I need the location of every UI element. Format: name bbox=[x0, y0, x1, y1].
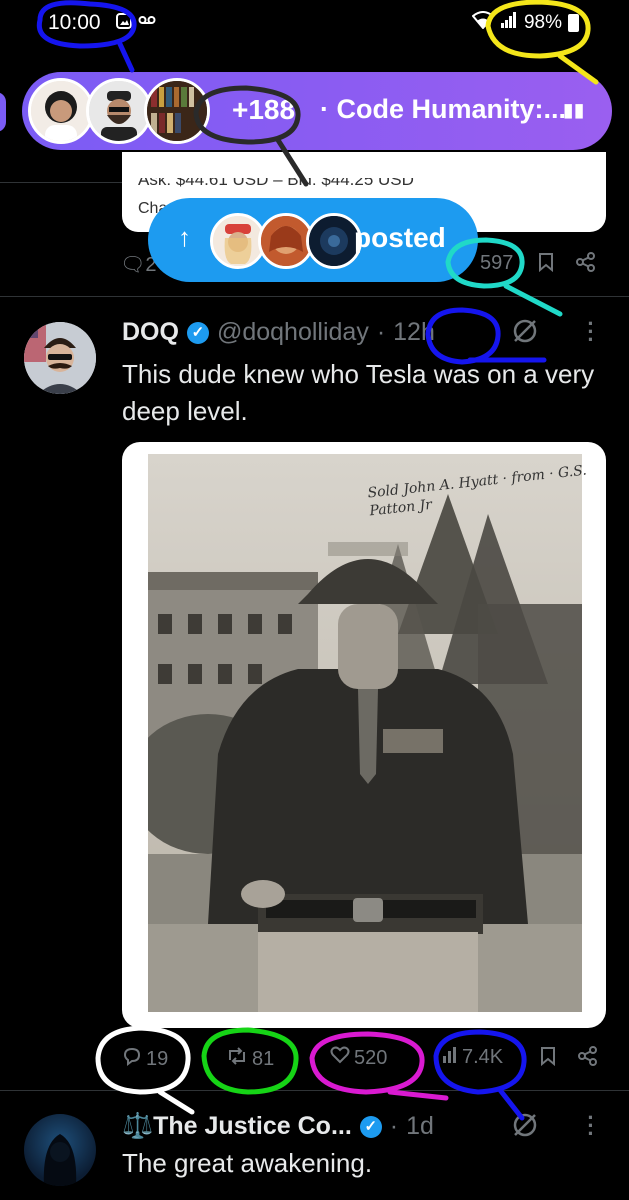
reply-icon: 🗨 bbox=[120, 254, 146, 276]
tweet-author-name[interactable]: DOQ bbox=[122, 318, 179, 347]
heart-icon bbox=[330, 1046, 350, 1070]
space-title-text: Code Humanity:... bbox=[336, 94, 567, 124]
battery-percent: 98% bbox=[523, 12, 562, 33]
space-listener-count: +188 bbox=[232, 94, 296, 125]
space-avatar-2 bbox=[86, 78, 152, 144]
new-posts-pill[interactable]: ↑ posted bbox=[148, 198, 478, 282]
tweet-header: DOQ ✓ @doqholliday · 12h bbox=[122, 318, 435, 347]
space-avatar-1 bbox=[28, 78, 94, 144]
tweet-photo bbox=[148, 454, 582, 1012]
repost-button[interactable]: 81 bbox=[226, 1046, 274, 1072]
image-icon bbox=[116, 13, 132, 33]
signal-icon bbox=[500, 12, 518, 34]
next-tweet-timestamp[interactable]: 1d bbox=[406, 1112, 434, 1141]
tweet-header-dot: · bbox=[376, 318, 386, 346]
card-price-line: Ask: $44.61 USD – Bid: $44.25 USD bbox=[138, 170, 414, 189]
status-bar: 10:00 98% bbox=[0, 0, 629, 46]
tweet-author-handle[interactable]: @doqholliday bbox=[217, 318, 369, 347]
space-avatar-3 bbox=[144, 78, 210, 144]
more-options-icon[interactable]: · · · bbox=[586, 1107, 596, 1145]
share-icon bbox=[578, 1046, 597, 1066]
avatar[interactable] bbox=[24, 322, 96, 394]
tweet-text: This dude knew who Tesla was on a very d… bbox=[122, 359, 595, 426]
audio-equalizer-icon[interactable]: ▮ ▮ bbox=[563, 100, 584, 121]
tweet-timestamp[interactable]: 12h bbox=[393, 318, 435, 347]
tweet-separator bbox=[0, 1090, 629, 1091]
bookmark-button[interactable] bbox=[540, 1046, 556, 1066]
wifi-icon bbox=[471, 11, 495, 35]
status-time: 10:00 bbox=[48, 11, 101, 34]
status-right: 98% bbox=[471, 11, 579, 35]
like-button[interactable]: 520 bbox=[330, 1046, 387, 1070]
repost-count: 81 bbox=[252, 1047, 275, 1070]
tweet-media[interactable]: Sold John A. Hyatt · from · G.S. Patton … bbox=[122, 442, 606, 1028]
next-tweet-text: The great awakening. bbox=[122, 1148, 373, 1178]
reply-icon bbox=[122, 1046, 142, 1072]
next-tweet-avatar[interactable] bbox=[24, 1114, 96, 1186]
arrow-up-icon: ↑ bbox=[178, 222, 191, 252]
tweet-separator bbox=[0, 296, 629, 297]
views-icon bbox=[442, 1046, 458, 1069]
divider bbox=[0, 182, 122, 183]
tweet-actions: 19 81 520 7.4K bbox=[122, 1046, 606, 1076]
space-edge bbox=[0, 92, 6, 132]
share-button[interactable] bbox=[578, 1046, 598, 1066]
reply-button[interactable]: 19 bbox=[122, 1046, 168, 1072]
space-separator: · bbox=[320, 94, 329, 124]
bookmark-icon bbox=[541, 1047, 555, 1066]
verified-badge-icon: ✓ bbox=[359, 1115, 382, 1138]
next-tweet-author-name[interactable]: ⚖️The Justice Co... bbox=[122, 1112, 352, 1141]
battery-icon bbox=[568, 14, 579, 32]
views-count: 7.4K bbox=[462, 1046, 504, 1068]
previous-views-count[interactable]: 597 bbox=[480, 252, 513, 275]
space-title: · Code Humanity:... bbox=[320, 94, 566, 125]
reply-count: 19 bbox=[146, 1047, 169, 1070]
grok-icon[interactable] bbox=[512, 1112, 538, 1145]
like-count: 520 bbox=[354, 1046, 388, 1069]
grok-icon[interactable] bbox=[512, 318, 538, 351]
space-bar[interactable]: +188 · Code Humanity:... ▮ ▮ bbox=[22, 72, 612, 150]
next-tweet-dot: · bbox=[389, 1112, 399, 1140]
voicemail-icon bbox=[138, 13, 156, 33]
next-tweet-header: ⚖️The Justice Co... ✓ · 1d bbox=[122, 1112, 434, 1141]
posted-label: posted bbox=[354, 222, 446, 253]
more-options-icon[interactable]: · · · bbox=[586, 313, 596, 351]
share-icon[interactable] bbox=[576, 252, 596, 278]
status-left-icons bbox=[116, 13, 156, 33]
views-button[interactable]: 7.4K bbox=[442, 1046, 503, 1069]
verified-badge-icon: ✓ bbox=[186, 321, 209, 344]
bookmark-icon[interactable] bbox=[538, 252, 554, 278]
repost-icon bbox=[226, 1046, 248, 1072]
